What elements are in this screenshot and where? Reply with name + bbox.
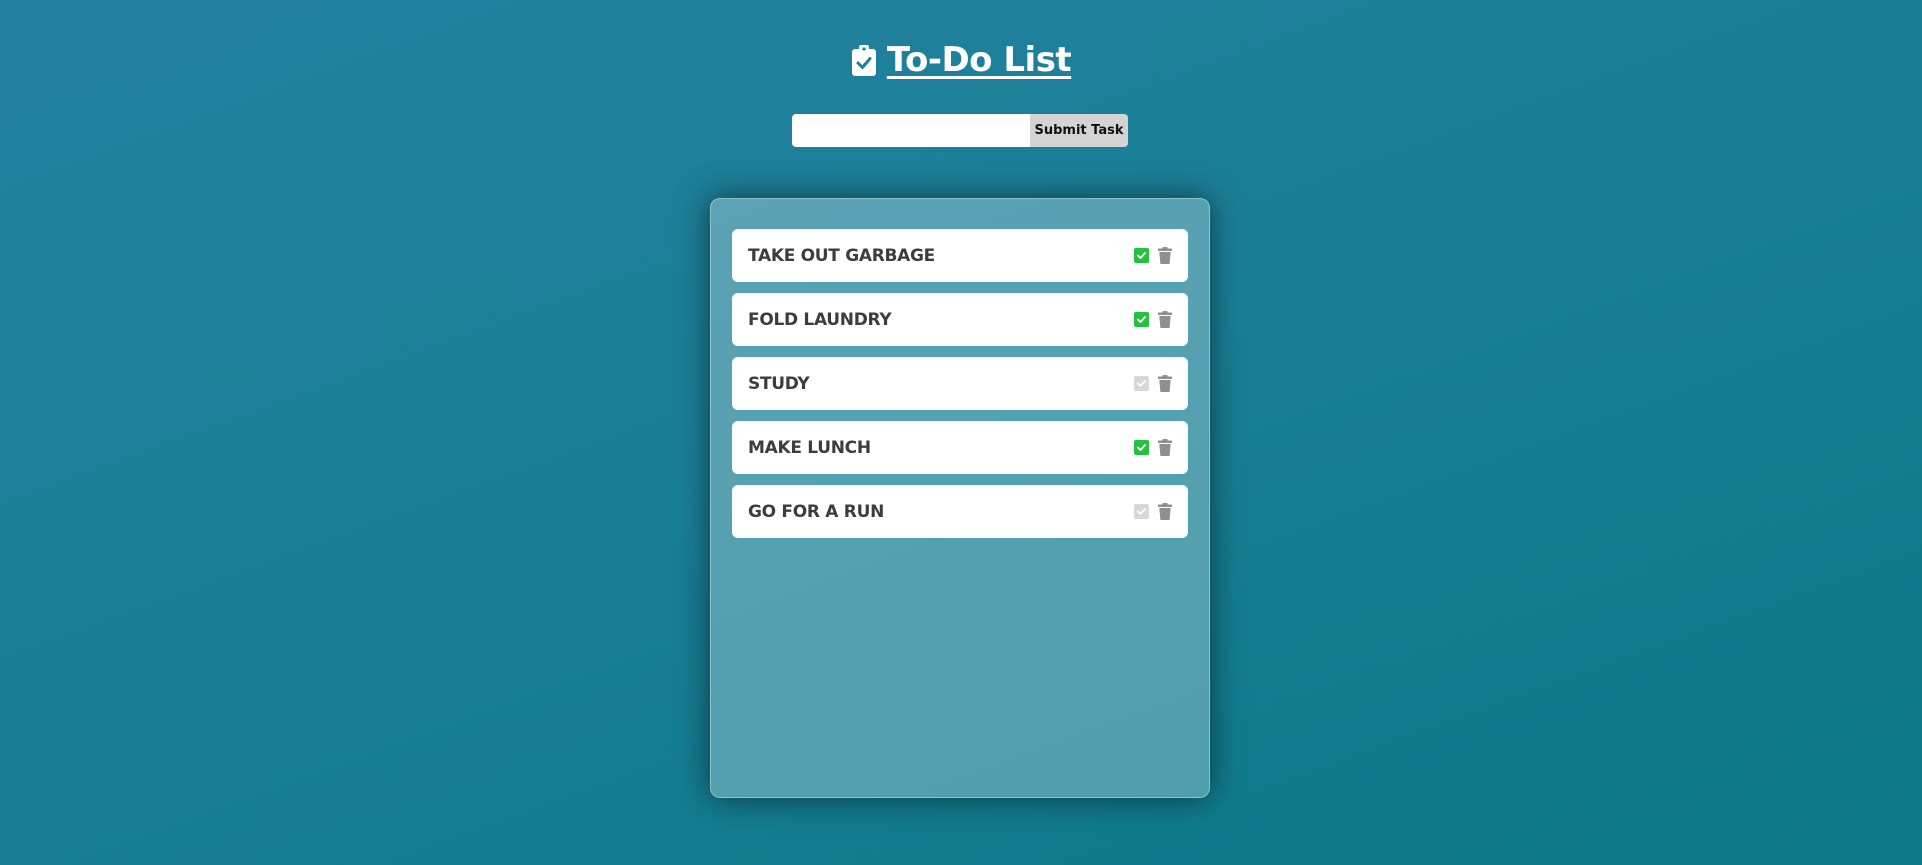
trash-icon (1158, 311, 1172, 328)
delete-task-button[interactable] (1158, 439, 1172, 456)
header: To-Do List (0, 40, 1922, 80)
trash-icon (1158, 503, 1172, 520)
complete-task-button[interactable] (1134, 248, 1149, 263)
complete-task-button[interactable] (1134, 312, 1149, 327)
complete-task-button[interactable] (1134, 376, 1149, 391)
delete-task-button[interactable] (1158, 247, 1172, 264)
delete-task-button[interactable] (1158, 375, 1172, 392)
task-text: MAKE LUNCH (748, 437, 871, 458)
trash-icon (1158, 439, 1172, 456)
task-row: MAKE LUNCH (732, 421, 1188, 474)
task-row: STUDY (732, 357, 1188, 410)
clipboard-check-icon (851, 44, 877, 76)
complete-task-button[interactable] (1134, 440, 1149, 455)
task-text: GO FOR A RUN (748, 501, 884, 522)
page-title: To-Do List (851, 40, 1072, 80)
task-list: TAKE OUT GARBAGE FOLD LAUNDRY STUDY MAKE… (732, 229, 1188, 538)
delete-task-button[interactable] (1158, 503, 1172, 520)
check-icon (1137, 316, 1146, 323)
task-row: GO FOR A RUN (732, 485, 1188, 538)
check-icon (1137, 252, 1146, 259)
submit-task-button[interactable]: Submit Task (1030, 114, 1128, 147)
check-icon (1137, 508, 1146, 515)
task-row: TAKE OUT GARBAGE (732, 229, 1188, 282)
trash-icon (1158, 375, 1172, 392)
task-panel: TAKE OUT GARBAGE FOLD LAUNDRY STUDY MAKE… (710, 198, 1210, 798)
task-row: FOLD LAUNDRY (732, 293, 1188, 346)
trash-icon (1158, 247, 1172, 264)
complete-task-button[interactable] (1134, 504, 1149, 519)
delete-task-button[interactable] (1158, 311, 1172, 328)
task-text: TAKE OUT GARBAGE (748, 245, 935, 266)
page-title-text: To-Do List (886, 40, 1072, 80)
task-text: STUDY (748, 373, 810, 394)
task-input[interactable] (792, 114, 1030, 147)
task-text: FOLD LAUNDRY (748, 309, 892, 330)
check-icon (1137, 380, 1146, 387)
task-form: Submit Task (792, 114, 1128, 147)
check-icon (1137, 444, 1146, 451)
